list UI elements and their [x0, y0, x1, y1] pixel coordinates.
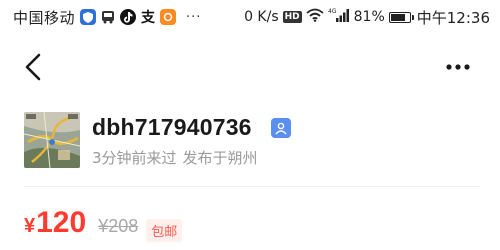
more-notifications-icon: ···	[186, 9, 202, 25]
battery-icon	[388, 11, 414, 23]
more-horizontal-icon	[446, 64, 470, 70]
hd-badge: HD	[282, 11, 302, 23]
carrier-name: 中国移动	[13, 8, 76, 27]
seller-info: dbh717940736 3分钟前来过 发布于朔州	[24, 112, 480, 172]
orange-app-icon	[160, 9, 177, 25]
network-type-label: 4G	[328, 8, 337, 15]
cellular-signal-icon: 4G	[328, 8, 350, 26]
network-speed: 0 K/s	[244, 9, 279, 25]
wifi-icon	[306, 8, 324, 26]
status-bar-left: 中国移动 支 ···	[13, 7, 201, 28]
location-text: 发布于朔州	[182, 149, 258, 167]
more-button[interactable]	[444, 54, 472, 80]
bus-app-icon	[100, 9, 117, 25]
clock: 中午12:36	[416, 8, 490, 27]
price-currency: ¥	[24, 215, 36, 237]
price-value: 120	[36, 206, 87, 239]
tiktok-app-icon	[120, 9, 137, 25]
seller-name[interactable]: dbh717940736	[92, 114, 252, 141]
status-bar-right: 0 K/s HD 4G 81% 中午12:36	[244, 7, 490, 28]
back-button[interactable]	[18, 52, 48, 82]
battery-percent: 81%	[353, 9, 385, 25]
divider	[24, 186, 480, 187]
seller-meta: 3分钟前来过 发布于朔州	[92, 147, 258, 168]
chevron-left-icon	[25, 53, 41, 81]
nav-bar	[0, 40, 500, 94]
screen: 中国移动 支 ··· 0 K/s HD 4G 81% 中午12:36 dbh71…	[0, 0, 500, 250]
avatar-image	[24, 112, 80, 168]
battery-fill	[390, 13, 405, 21]
avatar[interactable]	[24, 112, 80, 168]
alipay-app-icon: 支	[140, 9, 157, 26]
free-shipping-badge: 包邮	[146, 218, 183, 242]
status-bar: 中国移动 支 ··· 0 K/s HD 4G 81% 中午12:36	[0, 0, 500, 34]
last-seen-text: 3分钟前来过	[92, 149, 177, 167]
original-price: ¥208	[98, 216, 139, 236]
shield-app-icon	[80, 9, 97, 25]
price-row: ¥ 120 ¥208 包邮	[24, 206, 183, 246]
verified-user-icon	[271, 118, 291, 138]
